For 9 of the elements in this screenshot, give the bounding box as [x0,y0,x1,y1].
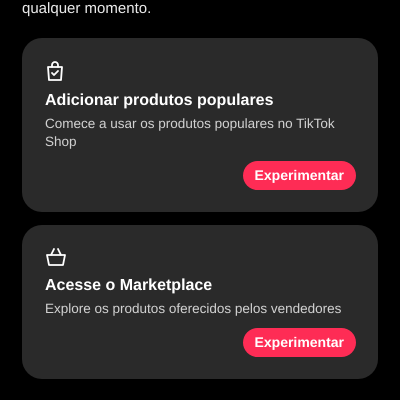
intro-text: qualquer momento. [22,0,152,19]
basket-icon [45,247,67,267]
card-title: Acesse o Marketplace [45,276,214,296]
experiment-button[interactable]: Experimentar [242,328,356,357]
card-title: Adicionar produtos populares [45,91,274,111]
card-description: Explore os produtos oferecidos pelos vendedores [45,300,342,318]
card-description: Comece a usar os produtos populares no TikTok Shop [45,115,336,151]
experiment-button[interactable]: Experimentar [242,161,356,190]
shopping-bag-check-icon [45,60,65,82]
